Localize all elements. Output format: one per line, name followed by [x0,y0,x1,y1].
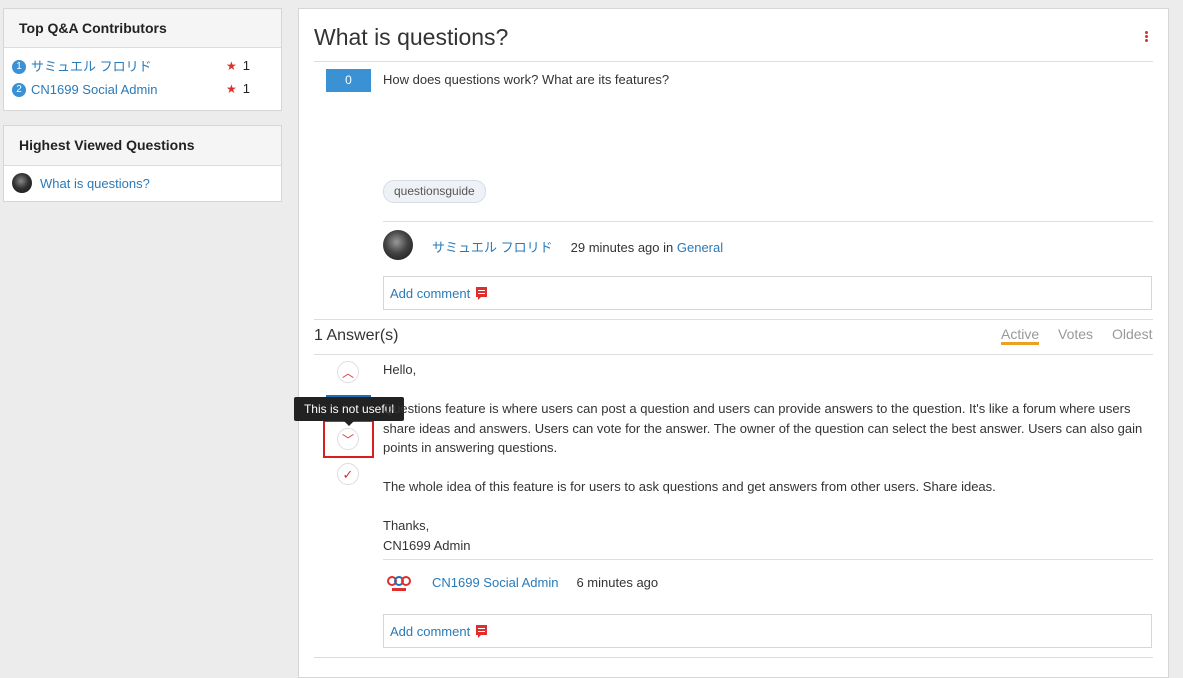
star-icon: ★ [226,82,237,96]
contributor-name[interactable]: CN1699 Social Admin [31,82,157,97]
divider [314,61,1153,62]
sort-oldest[interactable]: Oldest [1112,326,1152,342]
panel-title: Highest Viewed Questions [4,126,281,166]
answer-paragraph: Hello, [383,362,417,377]
author-link[interactable]: サミュエル フロリド [432,240,553,255]
page-title: What is questions? [314,24,509,50]
contributor-score: ★ 1 [226,58,250,73]
cn1699-logo-icon [387,576,411,591]
panel-title: Top Q&A Contributors [4,9,281,48]
rank-badge: 1 [12,59,26,74]
sort-votes[interactable]: Votes [1058,326,1093,342]
active-sort-indicator [1001,342,1039,345]
rank-badge: 2 [12,82,26,97]
add-comment-link[interactable]: Add comment [390,624,470,639]
divider [383,221,1153,222]
timestamp: 29 minutes ago in [570,240,674,255]
answer-paragraph: Questions feature is where users can pos… [383,401,1143,455]
answer-body: Hello, Questions feature is where users … [383,360,1143,555]
contributor-row: 1 サミュエル フロリド ★ 1 [4,54,281,77]
category-link[interactable]: General [677,240,723,255]
answer-paragraph: CN1699 Admin [383,537,471,553]
contributor-row: 2 CN1699 Social Admin ★ 1 [4,77,281,100]
avatar [12,173,32,193]
highest-viewed-panel: Highest Viewed Questions What is questio… [3,125,282,202]
answer-paragraph: The whole idea of this feature is for us… [383,479,996,494]
top-contributors-panel: Top Q&A Contributors 1 サミュエル フロリド ★ 1 2 CN1… [3,8,282,111]
more-options-icon[interactable] [1145,31,1148,42]
answer-meta: CN1699 Social Admin 6 minutes ago [432,575,658,590]
upvote-button[interactable]: ︿ [337,361,359,383]
list-item: What is questions? [4,166,281,200]
sort-active[interactable]: Active [1001,326,1039,342]
vote-count-badge: 0 [326,69,371,92]
accept-answer-button[interactable]: ✓ [337,463,359,485]
comment-icon [476,625,488,638]
timestamp: 6 minutes ago [576,575,659,590]
tag-chip[interactable]: questionsguide [383,180,486,203]
avatar[interactable] [383,230,413,260]
question-meta: サミュエル フロリド 29 minutes ago in General [432,237,723,256]
contributor-name[interactable]: サミュエル フロリド [31,59,152,74]
answers-count: 1 Answer(s) [314,327,399,344]
add-comment-box[interactable]: Add comment [383,614,1152,648]
divider [314,354,1153,355]
divider [314,319,1153,320]
star-icon: ★ [226,59,237,73]
add-comment-box[interactable]: Add comment [383,276,1152,310]
answer-paragraph: Thanks, [383,518,430,533]
contributor-score: ★ 1 [226,81,250,96]
divider [383,559,1153,560]
author-link[interactable]: CN1699 Social Admin [432,575,558,590]
question-link[interactable]: What is questions? [40,176,150,191]
divider [314,657,1153,658]
question-body: How does questions work? What are its fe… [383,72,670,87]
comment-icon [476,287,488,300]
add-comment-link[interactable]: Add comment [390,286,470,301]
question-panel: What is questions? 0 How does questions … [294,8,1169,678]
